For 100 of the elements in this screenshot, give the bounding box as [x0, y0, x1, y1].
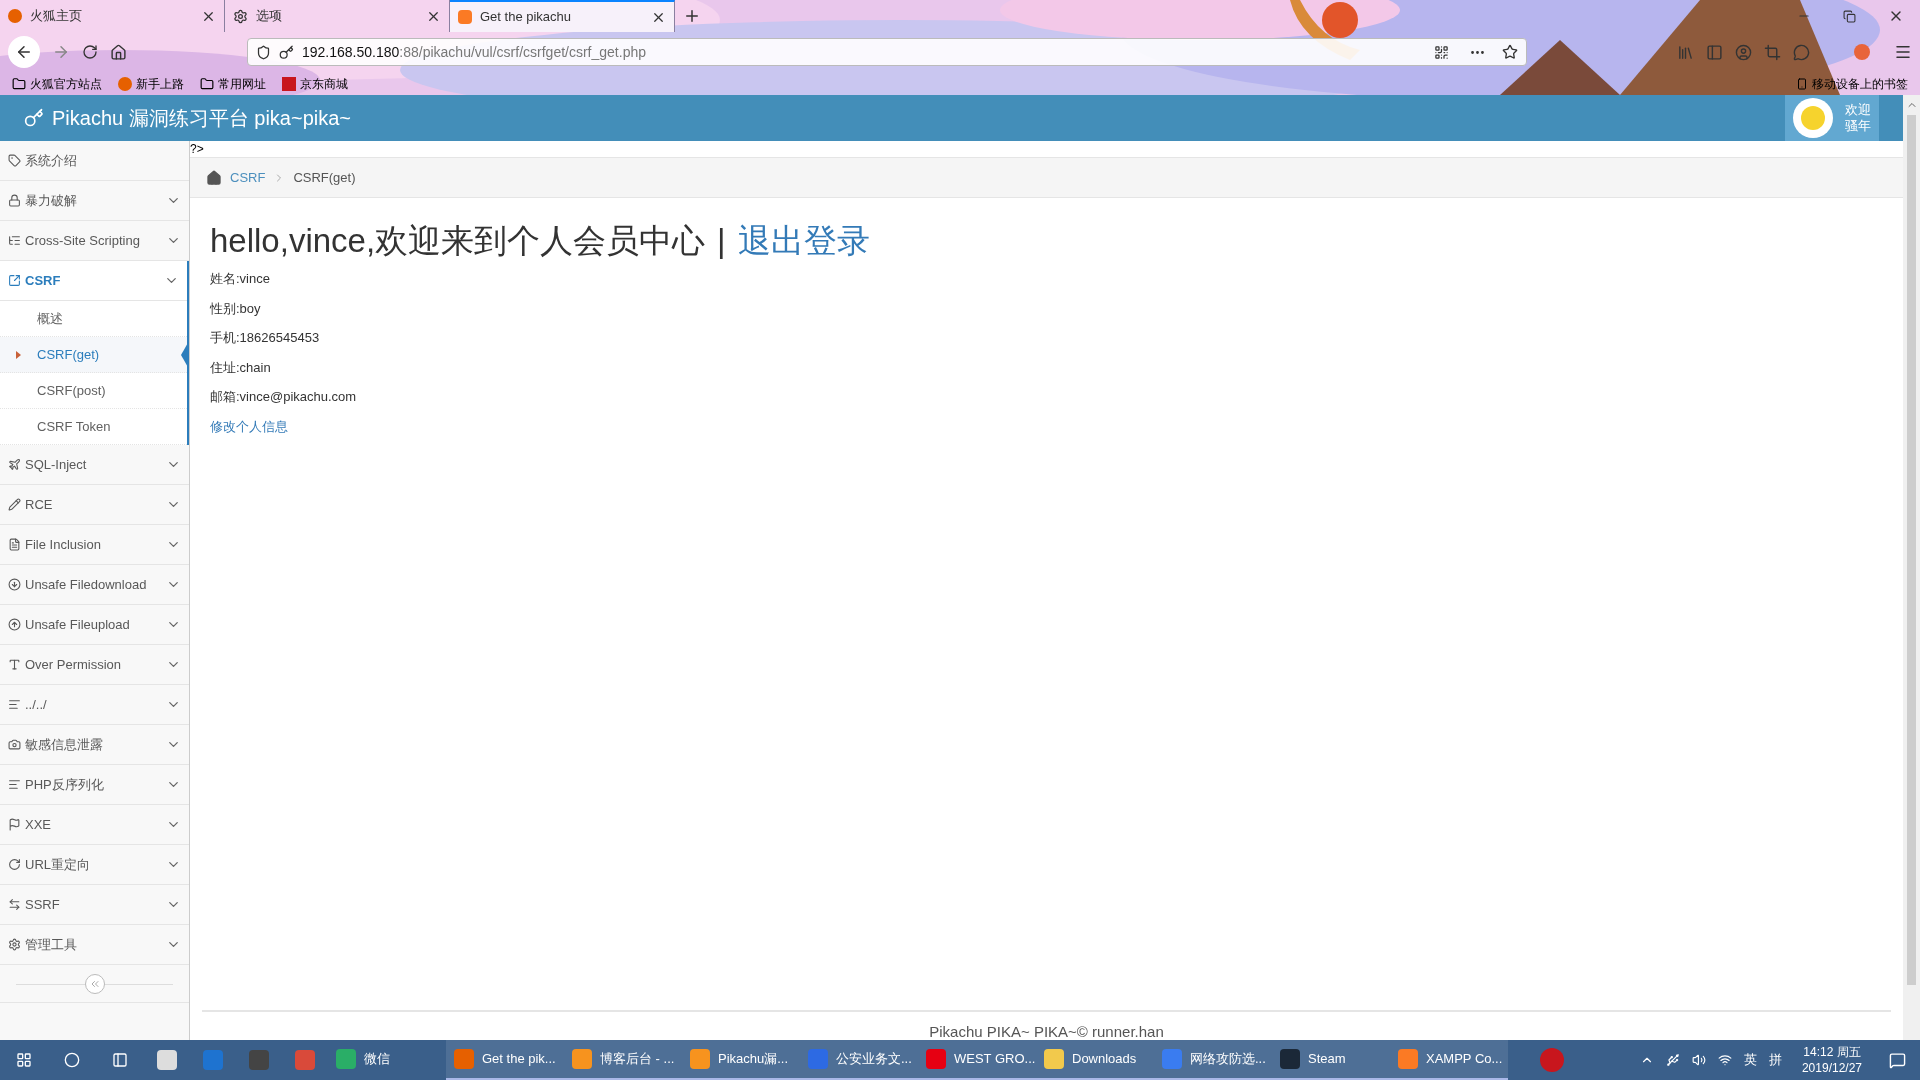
- separator-text: |: [717, 221, 726, 261]
- windows-logo-icon: [16, 1052, 32, 1068]
- wifi-icon[interactable]: [1717, 1053, 1732, 1067]
- tree-icon: [8, 234, 21, 247]
- submenu-item[interactable]: CSRF Token: [0, 409, 187, 445]
- lines-icon: [8, 698, 21, 711]
- taskbar-app[interactable]: WEST GRO...: [918, 1040, 1036, 1080]
- home-icon[interactable]: [110, 43, 127, 61]
- taskbar-app[interactable]: 微信: [328, 1040, 446, 1080]
- gear-icon: [8, 938, 21, 951]
- profile-field: 姓名:vince: [210, 264, 1883, 294]
- tab-title: Get the pikachu: [480, 8, 573, 27]
- panels-icon: [112, 1052, 128, 1068]
- scrollbar[interactable]: [1903, 95, 1920, 1040]
- app-tile-icon: [249, 1050, 269, 1070]
- sidebar-item[interactable]: File Inclusion: [0, 525, 189, 565]
- shield-icon: [256, 44, 271, 60]
- submenu-item[interactable]: CSRF(get): [0, 337, 187, 373]
- ime-indicator[interactable]: 拼: [1768, 1050, 1782, 1070]
- app-icon: [808, 1049, 828, 1069]
- ime-indicator[interactable]: 英: [1743, 1050, 1757, 1070]
- address-bar[interactable]: 192.168.50.180:88/pikachu/vul/csrf/csrfget/csrf_get.php: [247, 38, 1527, 66]
- taskbar-app[interactable]: Pikachu漏...: [682, 1040, 800, 1080]
- sidebar-item[interactable]: Unsafe Filedownload: [0, 565, 189, 605]
- external-link-icon: [8, 274, 21, 287]
- greeting-text: 欢迎: [1845, 102, 1871, 118]
- taskbar-app[interactable]: Get the pik...: [446, 1040, 564, 1080]
- app-icon: [336, 1049, 356, 1069]
- folder-icon: [200, 76, 214, 91]
- stray-text: ?>: [190, 141, 205, 157]
- sidebar-item[interactable]: 敏感信息泄露: [0, 725, 189, 765]
- plane-icon: [8, 458, 21, 471]
- profile-field: 手机:18626545453: [210, 323, 1883, 353]
- edit-profile-link[interactable]: 修改个人信息: [210, 411, 288, 441]
- taskbar-app[interactable]: Steam: [1272, 1040, 1390, 1080]
- app-icon: [1044, 1049, 1064, 1069]
- submenu-item[interactable]: CSRF(post): [0, 373, 187, 409]
- sidebar-item[interactable]: SQL-Inject: [0, 445, 189, 485]
- app-tile-icon: [295, 1050, 315, 1070]
- qr-code-icon[interactable]: [1434, 44, 1449, 60]
- taskbar-app[interactable]: 公安业务文...: [800, 1040, 918, 1080]
- sidebar-item[interactable]: URL重定向: [0, 845, 189, 885]
- scroll-thumb[interactable]: [1907, 115, 1916, 985]
- menu-icon[interactable]: [1894, 43, 1912, 61]
- sidebar-item[interactable]: 暴力破解: [0, 181, 189, 221]
- clock-time: 14:12 周五: [1803, 1044, 1861, 1060]
- sidebar-item[interactable]: 系统介绍: [0, 141, 189, 181]
- bookmark-link[interactable]: 移动设备上的书签: [1796, 74, 1908, 93]
- tab-favicon-icon: [458, 10, 472, 24]
- forward-icon[interactable]: [52, 43, 70, 61]
- new-tab-icon[interactable]: [683, 7, 701, 25]
- bookmark-link[interactable]: 火狐官方站点: [12, 74, 102, 93]
- restore-icon[interactable]: [1843, 9, 1856, 23]
- sidebar-item[interactable]: Unsafe Fileupload: [0, 605, 189, 645]
- usb-icon[interactable]: [1665, 1053, 1680, 1067]
- footer-text: Pikachu PIKA~ PIKA~© runner.han: [929, 1024, 1164, 1040]
- sidebar-item[interactable]: XXE: [0, 805, 189, 845]
- profile-field: 性别:boy: [210, 293, 1883, 323]
- bookmark-link[interactable]: 新手上路: [118, 74, 184, 93]
- bookmark-link[interactable]: 常用网址: [200, 74, 266, 93]
- volume-icon[interactable]: [1691, 1053, 1706, 1067]
- breadcrumb-current: CSRF(get): [293, 168, 356, 187]
- taskbar-app[interactable]: 博客后台 - ...: [564, 1040, 682, 1080]
- profile-field: 住址:chain: [210, 352, 1883, 382]
- browser-tab[interactable]: Get the pikachu: [450, 0, 675, 32]
- sidebar-item[interactable]: SSRF: [0, 885, 189, 925]
- key-icon: [24, 108, 44, 128]
- sidebar-item[interactable]: PHP反序列化: [0, 765, 189, 805]
- app-tile-icon: [157, 1050, 177, 1070]
- browser-tab[interactable]: 火狐主页: [0, 0, 225, 32]
- app-icon: [1280, 1049, 1300, 1069]
- taskbar-app[interactable]: XAMPP Co...: [1390, 1040, 1508, 1080]
- speech-bubble-icon: [1888, 1051, 1906, 1069]
- gear-icon: [233, 8, 248, 24]
- home-icon[interactable]: [206, 169, 222, 186]
- logout-link[interactable]: 退出登录: [737, 218, 870, 264]
- bookmark-link[interactable]: 京东商城: [282, 74, 348, 93]
- round-app-icon: [1540, 1048, 1564, 1072]
- caret-icon: [16, 350, 21, 359]
- refresh-icon: [8, 858, 21, 871]
- site-title: Pikachu 漏洞练习平台 pika~pika~: [52, 106, 351, 131]
- pencil-icon: [8, 498, 21, 511]
- sidebar-item[interactable]: Over Permission: [0, 645, 189, 685]
- profile-field: 邮箱:vince@pikachu.com: [210, 382, 1883, 412]
- upload-icon: [8, 618, 21, 631]
- reload-icon[interactable]: [82, 44, 98, 60]
- greeting-text: 骚年: [1845, 118, 1871, 134]
- sidebar-item[interactable]: 管理工具: [0, 925, 189, 965]
- flag-icon: [8, 818, 21, 831]
- lock-icon: [8, 194, 21, 207]
- app-icon: [454, 1049, 474, 1069]
- app-tile-icon: [203, 1050, 223, 1070]
- taskbar-app[interactable]: 网络攻防选...: [1154, 1040, 1272, 1080]
- tab-title: 选项: [256, 7, 283, 26]
- taskbar-app[interactable]: Downloads: [1036, 1040, 1154, 1080]
- app-icon: [1398, 1049, 1418, 1069]
- text-icon: [8, 658, 21, 671]
- sidebar-item[interactable]: RCE: [0, 485, 189, 525]
- sidebar-item[interactable]: ../../: [0, 685, 189, 725]
- star-icon[interactable]: [1502, 44, 1518, 60]
